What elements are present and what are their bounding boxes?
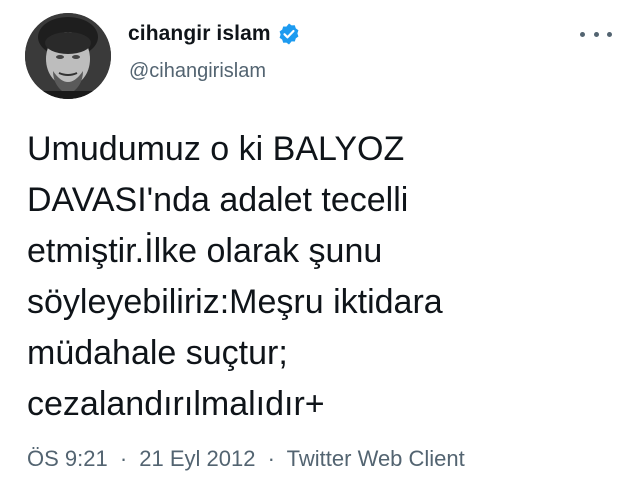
dot [593, 31, 599, 37]
profile-photo [25, 13, 111, 99]
tweet-line: söyleyebiliriz:Meşru iktidara [27, 283, 443, 321]
tweet-line: DAVASI'nda adalet tecelli [27, 181, 409, 219]
tweet-meta: ÖS 9:21 · 21 Eyl 2012 · Twitter Web Clie… [27, 446, 465, 472]
meta-separator: · [267, 446, 275, 471]
tweet-text: Umudumuz o ki BALYOZ DAVASI'nda adalet t… [27, 124, 627, 430]
tweet-line: Umudumuz o ki BALYOZ [27, 130, 405, 168]
tweet-date[interactable]: 21 Eyl 2012 [139, 446, 255, 471]
author-name-row: cihangir islam [128, 22, 301, 46]
tweet-line: cezalandırılmalıdır+ [27, 385, 325, 423]
avatar[interactable] [25, 13, 111, 99]
author-handle[interactable]: @cihangirislam [129, 60, 266, 83]
meta-separator: · [119, 446, 128, 471]
tweet-line: müdahale suçtur; [27, 334, 288, 372]
more-dots-icon[interactable] [580, 24, 612, 44]
dot [580, 31, 585, 37]
tweet-time[interactable]: ÖS 9:21 [27, 446, 108, 471]
tweet-client[interactable]: Twitter Web Client [287, 446, 465, 471]
verified-badge-icon [277, 22, 301, 46]
display-name[interactable]: cihangir islam [128, 22, 271, 46]
dot [607, 31, 612, 37]
tweet-line: etmiştir.İlke olarak şunu [27, 232, 383, 270]
